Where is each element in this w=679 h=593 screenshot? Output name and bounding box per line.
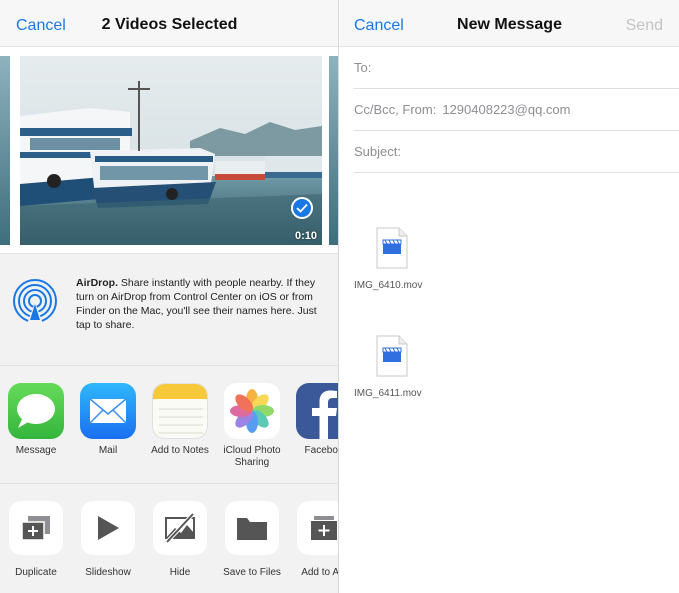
share-app-icloud-photo-sharing[interactable]: iCloud Photo Sharing (216, 383, 288, 469)
attachment-filename: IMG_6410.mov (354, 280, 423, 291)
share-sheet-title: 2 Videos Selected (101, 16, 238, 33)
share-app-notes[interactable]: Add to Notes (144, 383, 216, 457)
attachment-item[interactable]: IMG_6410.mov (354, 227, 454, 291)
notes-icon (152, 383, 208, 439)
play-icon (81, 501, 135, 555)
message-icon (8, 383, 64, 439)
compose-nav-bar: Cancel New Message Send (340, 0, 679, 47)
facebook-icon (296, 383, 338, 439)
share-app-label: Mail (98, 445, 118, 456)
hide-icon (153, 501, 207, 555)
next-video-thumbnail[interactable] (329, 56, 338, 245)
folder-icon (225, 501, 279, 555)
airdrop-description: AirDrop. Share instantly with people nea… (76, 276, 326, 332)
action-duplicate[interactable]: Duplicate (0, 501, 72, 578)
add-album-icon (297, 501, 338, 555)
share-actions-row: Duplicate Slideshow Hide Save to Files A… (0, 484, 339, 593)
share-app-label: Message (15, 445, 57, 456)
action-add-to-album[interactable]: Add to Alb (288, 501, 339, 578)
action-label: Slideshow (85, 567, 131, 578)
new-message-compose: Cancel New Message Send To: Cc/Bcc, From… (340, 0, 679, 593)
action-slideshow[interactable]: Slideshow (72, 501, 144, 578)
from-address[interactable]: 1290408223@qq.com (442, 102, 570, 117)
video-duration: 0:10 (294, 230, 317, 242)
action-label: Save to Files (223, 567, 281, 578)
to-label: To: (354, 60, 372, 75)
share-app-message[interactable]: Message (0, 383, 72, 457)
selected-check-icon[interactable] (291, 197, 313, 219)
subject-label: Subject: (354, 144, 401, 159)
share-app-label: Add to Notes (151, 445, 209, 456)
action-label: Duplicate (15, 567, 57, 578)
share-apps-row: Message Mail Add to Notes iCloud Photo S… (0, 366, 338, 484)
airdrop-section[interactable]: AirDrop. Share instantly with people nea… (0, 253, 338, 366)
selected-video-thumbnail[interactable]: 0:10 (20, 56, 322, 245)
movie-file-icon (376, 335, 408, 377)
action-label: Hide (169, 567, 191, 578)
cc-bcc-from-label: Cc/Bcc, From: (354, 102, 437, 117)
action-save-to-files[interactable]: Save to Files (216, 501, 288, 578)
share-app-facebook[interactable]: Faceboo (288, 383, 338, 457)
share-app-label: iCloud Photo Sharing (223, 445, 281, 468)
previous-video-thumbnail[interactable] (0, 56, 10, 245)
airdrop-icon (13, 279, 57, 324)
video-thumbnail-strip[interactable]: 0:10 (0, 47, 338, 253)
mail-icon (80, 383, 136, 439)
cc-bcc-from-field[interactable]: Cc/Bcc, From: 1290408223@qq.com (354, 89, 679, 131)
attachment-filename: IMG_6411.mov (354, 388, 422, 399)
movie-file-icon (376, 227, 408, 269)
attachment-item[interactable]: IMG_6411.mov (354, 335, 454, 399)
to-field[interactable]: To: (354, 47, 679, 89)
share-app-mail[interactable]: Mail (72, 383, 144, 457)
action-hide[interactable]: Hide (144, 501, 216, 578)
subject-field[interactable]: Subject: (354, 131, 679, 173)
airdrop-heading: AirDrop. (76, 277, 118, 289)
to-input[interactable] (377, 47, 679, 88)
photos-icon (224, 383, 280, 439)
duplicate-icon (9, 501, 63, 555)
action-label: Add to Alb (301, 567, 339, 578)
subject-input[interactable] (406, 131, 679, 172)
share-app-label: Faceboo (304, 445, 338, 456)
share-sheet-nav-bar: Cancel 2 Videos Selected (0, 0, 338, 47)
share-sheet: Cancel 2 Videos Selected 0:10 AirDrop. S… (0, 0, 339, 593)
boats-photo (20, 56, 322, 245)
send-button[interactable]: Send (626, 17, 663, 35)
